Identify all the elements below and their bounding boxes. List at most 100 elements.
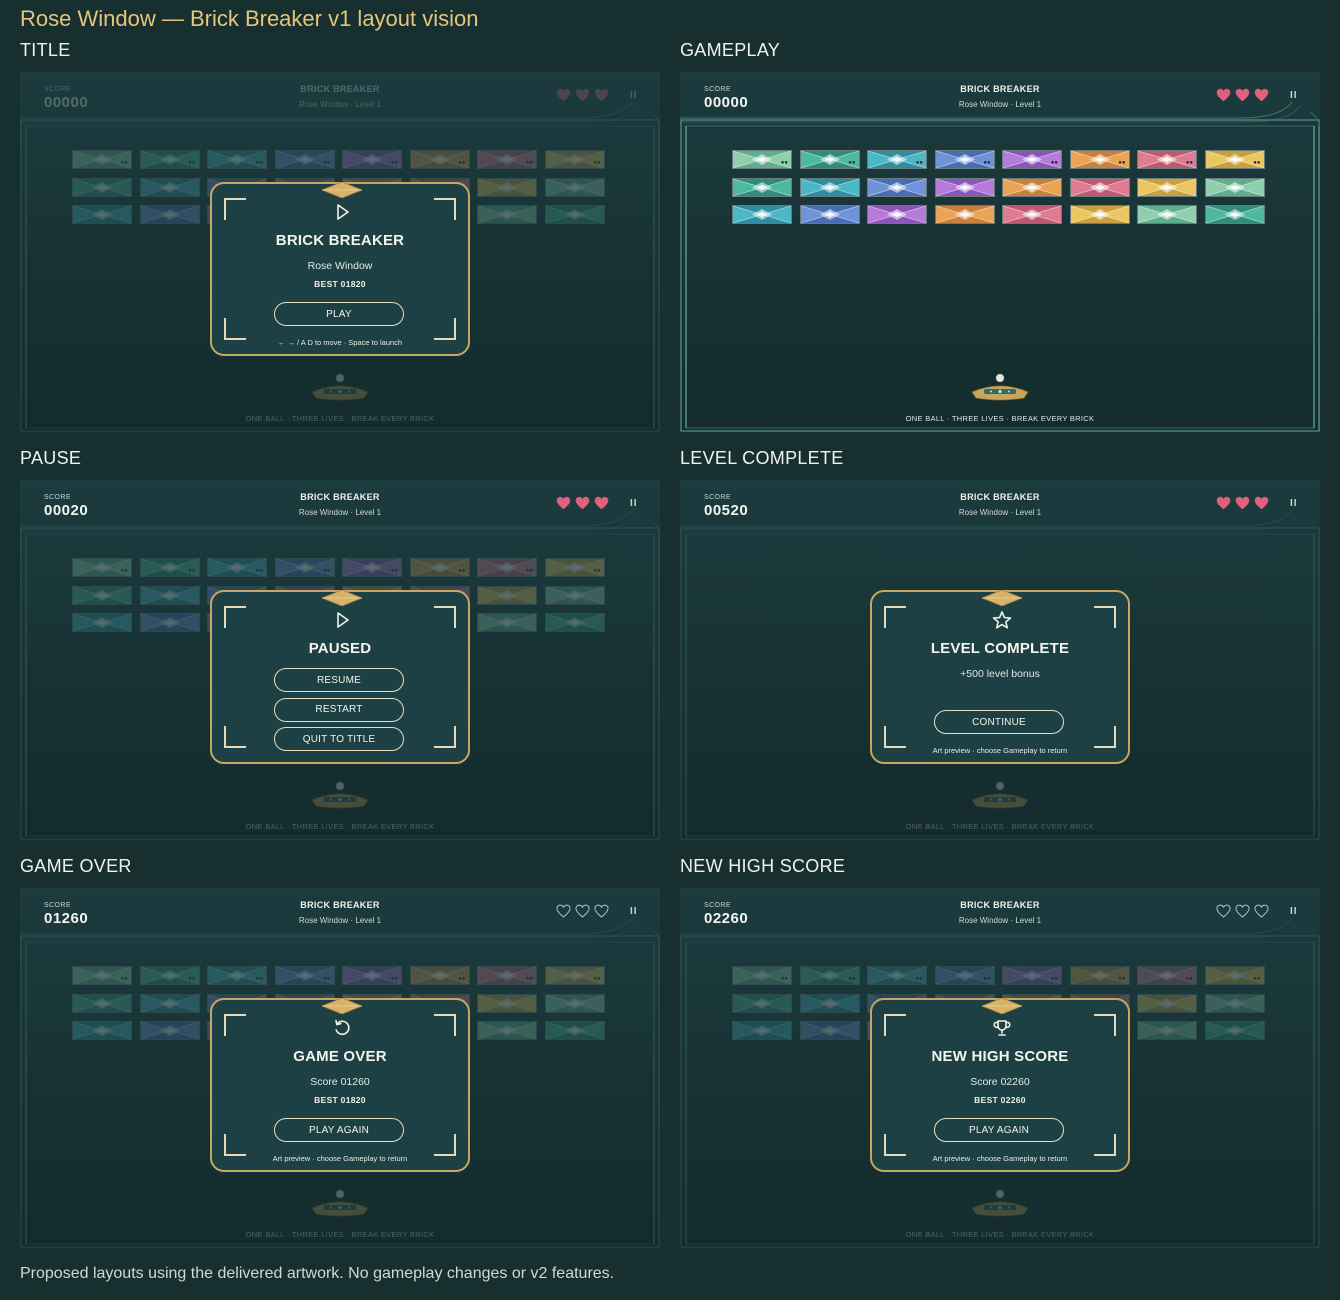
paddle [311,373,369,401]
restart-button[interactable]: RESTART [274,697,404,722]
frame-corner [884,1014,906,1036]
continue-button[interactable]: CONTINUE [934,710,1064,734]
dialog-pause: PAUSED RESUME RESTART QUIT TO TITLE [210,589,470,764]
frame-corner [224,606,246,628]
heart-outline-icon [1216,904,1231,918]
game-screen: SCORE 02260 BRICK BREAKER Rose Window · Lev… [680,888,1320,1248]
resume-button[interactable]: RESUME [274,668,404,692]
game-screen: SCORE 00520 BRICK BREAKER Rose Window · Lev… [680,480,1320,840]
frame-corner [224,1014,246,1036]
brick-pink: ●● [477,558,537,577]
hud-bar: SCORE 00000 BRICK BREAKER Rose Window · Lev… [680,72,1320,124]
brick-mint [1137,205,1197,224]
brick-orange: ●● [409,150,470,169]
quit-to-title-button[interactable]: QUIT TO TITLE [274,727,404,751]
brick-violet: ●● [1002,150,1062,169]
brick-yellow [1069,205,1130,224]
heart-icon [575,88,590,102]
brick-teal [799,177,860,197]
brick-green [1204,205,1265,224]
frame-corner [224,318,246,340]
panel-game-over: GAME OVER SCORE 01260 BRICK BREAKER Rose Win… [20,856,660,1254]
brick-orange [1002,177,1062,197]
play-icon [331,202,353,222]
brick-yellow: ●● [544,558,605,577]
frame-corner [1094,606,1116,628]
best-score: BEST 02260 [974,1095,1026,1105]
frame-corner [224,198,246,220]
heart-icon [1254,496,1269,510]
pause-icon[interactable]: II [1290,906,1298,917]
brick-teal: ●● [207,966,267,985]
frame-corner [884,606,906,628]
game-screen: SCORE 00000 BRICK BREAKER Rose Window · Lev… [680,72,1320,432]
dialog-line: +500 level bonus [960,668,1040,680]
play-again-button[interactable]: PLAY AGAIN [274,1118,404,1142]
brick-orange: ●● [1069,966,1130,985]
brick-green [72,993,132,1013]
heart-outline-icon [556,904,571,918]
pause-icon[interactable]: II [1290,498,1298,509]
hud-bar: SCORE 02260 BRICK BREAKER Rose Window · Lev… [680,888,1320,940]
brick-crack-icon: ●● [1118,160,1126,166]
panel-label: PAUSE [20,448,82,468]
heart-outline-icon [594,904,609,918]
dialog-level-complete: LEVEL COMPLETE +500 level bonus CONTINUE Ar… [870,589,1130,764]
brick-crack-icon: ●● [915,976,923,982]
brick-crack-icon: ●● [120,160,128,166]
brick-green [72,177,132,197]
dialog-title: NEW HIGH SCORE [931,1048,1069,1065]
panel-label: NEW HIGH SCORE [680,856,846,876]
pause-icon[interactable]: II [630,498,638,509]
brick-crack-icon: ●● [255,568,263,574]
brick-teal [72,205,132,224]
dialog-title: BRICK BREAKER [275,232,405,249]
brick-crack-icon: ●● [323,160,331,166]
brick-blue [139,613,200,632]
page-title: Rose Window — Brick Breaker v1 layout vi… [20,6,479,31]
heart-icon [1235,88,1250,102]
brick-crack-icon: ●● [120,976,128,982]
panel-gameplay: GAMEPLAY SCORE 00000 BRICK BREAKER Rose Wind… [680,40,1320,438]
pause-icon[interactable]: II [630,90,638,101]
paddle [971,373,1029,401]
brick-yellow [477,177,537,197]
brick-green [544,1021,605,1040]
pause-icon[interactable]: II [630,906,638,917]
tagline: ONE BALL · THREE LIVES · BREAK EVERY BRI… [905,414,1095,423]
brick-pink: ●● [477,150,537,169]
brick-crack-icon: ●● [848,160,856,166]
brick-green [732,993,792,1013]
play-button[interactable]: PLAY [274,302,404,326]
brick-mint [477,1021,537,1040]
brick-pink [1069,177,1130,197]
heart-outline-icon [1254,904,1269,918]
pause-icon[interactable]: II [1290,90,1298,101]
hud-bar: SCORE 00520 BRICK BREAKER Rose Window · Lev… [680,480,1320,532]
dialog-line: Rose Window [307,260,373,272]
brick-crack-icon: ●● [390,568,398,574]
brick-mint: ●● [732,150,792,169]
frame-corner [434,198,456,220]
frame-corner [884,1134,906,1156]
brick-violet: ●● [342,558,402,577]
brick-yellow [1137,177,1197,197]
gem-ornament-icon [320,589,364,607]
gem-ornament-icon [980,997,1024,1015]
frame-corner [1094,726,1116,748]
brick-crack-icon: ●● [780,976,788,982]
panel-label: GAME OVER [20,856,132,876]
brick-mint: ●● [72,558,132,577]
heart-icon [556,88,571,102]
brick-yellow: ●● [1204,150,1265,169]
brick-yellow: ●● [544,150,605,169]
gem-ornament-icon [320,181,364,199]
panel-label: TITLE [20,40,71,60]
play-again-button[interactable]: PLAY AGAIN [934,1118,1064,1142]
tagline: ONE BALL · THREE LIVES · BREAK EVERY BRI… [245,414,435,423]
brick-violet: ●● [342,966,402,985]
heart-outline-icon [1235,904,1250,918]
gem-ornament-icon [980,589,1024,607]
frame-corner [434,318,456,340]
brick-crack-icon: ●● [525,568,533,574]
